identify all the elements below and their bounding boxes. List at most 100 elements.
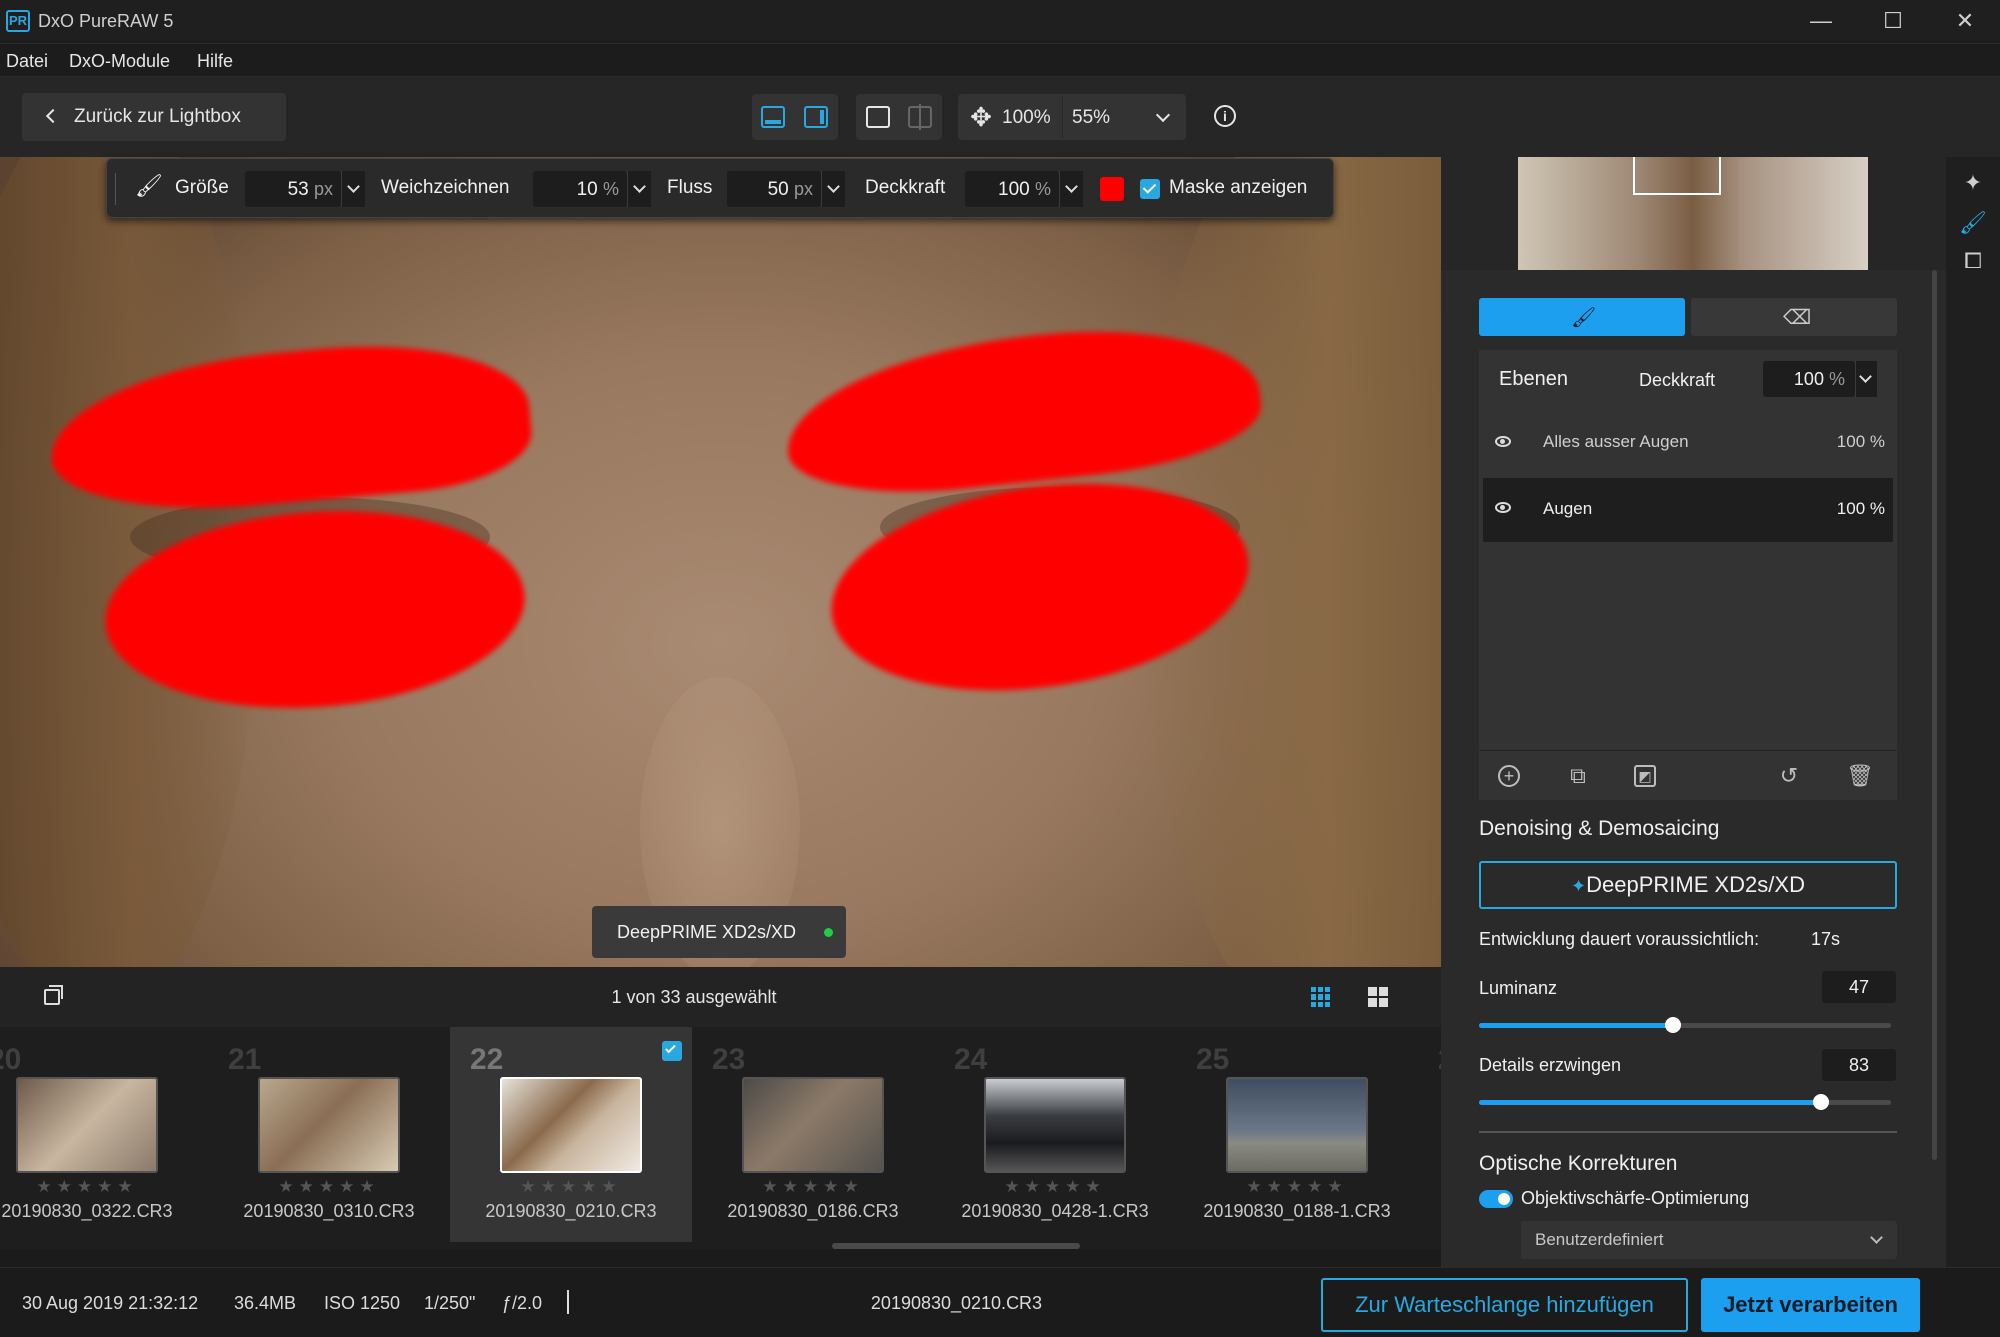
rating-stars[interactable]: ★★★★★ (450, 1177, 692, 1197)
layer-opacity-value: 100 (1793, 369, 1824, 389)
size-field[interactable]: 53 px (245, 171, 341, 207)
layer-opacity-unit: % (1828, 369, 1845, 389)
thumbnail-item-selected[interactable]: 22 ★★★★★ 20190830_0210.CR3 (450, 1027, 692, 1242)
thumbnail-filename: 20190830_0188-1.CR3 (1203, 1201, 1391, 1221)
toolbar: Zurück zur Lightbox ✥ 100% 55% i (0, 77, 2000, 157)
move-icon[interactable]: ✥ (968, 104, 994, 130)
tab-brush[interactable]: 🖌 (1479, 298, 1685, 336)
rating-stars[interactable]: ★★★★★ (692, 1177, 934, 1197)
layer-value: 100 % (1836, 499, 1885, 518)
minimize-button[interactable]: — (1796, 6, 1846, 36)
layers-actions: + ⧉ ◩ ↺ 🗑 (1479, 750, 1897, 800)
size-dropdown[interactable] (341, 171, 365, 207)
photo-viewer[interactable] (0, 157, 1441, 967)
sparkle-icon: ✦ (1571, 876, 1587, 896)
feather-dropdown[interactable] (627, 171, 651, 207)
layer-opacity-field[interactable]: 100 % (1763, 361, 1855, 397)
chevron-down-icon (1065, 180, 1078, 193)
estimate-label: Entwicklung dauert voraussichtlich: (1479, 929, 1760, 949)
layer-opacity-dropdown[interactable] (1855, 361, 1877, 397)
grid-view-icon[interactable] (1311, 987, 1331, 1007)
layer-row[interactable]: Alles ausser Augen 100 % (1483, 412, 1893, 476)
add-layer-icon[interactable]: + (1498, 765, 1520, 787)
rating-stars[interactable]: ★★★★★ (1176, 1177, 1418, 1197)
opacity-dropdown[interactable] (1059, 171, 1083, 207)
single-view-icon[interactable] (866, 106, 890, 128)
details-field[interactable]: 83 (1822, 1049, 1896, 1081)
menu-datei[interactable]: Datei (6, 51, 48, 72)
feather-label: Weichzeichnen (381, 177, 510, 198)
mosaic-view-icon[interactable] (1368, 987, 1388, 1007)
chevron-down-icon (1870, 1231, 1883, 1244)
thumbnail-item[interactable]: 21 ★★★★★ 20190830_0310.CR3 (208, 1027, 450, 1242)
invert-mask-icon[interactable]: ◩ (1634, 765, 1656, 787)
sharpness-preset-dropdown[interactable]: Benutzerdefiniert (1521, 1221, 1897, 1259)
details-slider[interactable] (1479, 1094, 1891, 1110)
flow-value: 50 (767, 179, 789, 200)
denoise-method-button[interactable]: ✦DeepPRIME XD2s/XD (1479, 861, 1897, 909)
zoom-dropdown-icon[interactable] (1155, 107, 1171, 123)
zoom-value[interactable]: 55% (1072, 107, 1110, 129)
close-button[interactable]: ✕ (1940, 6, 1990, 36)
panel-right-icon[interactable] (804, 106, 828, 128)
thumbnail-item[interactable]: 24 ★★★★★ 20190830_0428-1.CR3 (934, 1027, 1176, 1242)
filmstrip-bottom-icon[interactable] (761, 106, 785, 128)
trash-icon[interactable]: 🗑 (1846, 765, 1874, 787)
flow-field[interactable]: 50 px (727, 171, 821, 207)
show-mask-checkbox[interactable] (1140, 179, 1160, 199)
thumbnail-item[interactable]: 20 ★★★★★ 20190830_0322.CR3 (0, 1027, 173, 1242)
reset-icon[interactable]: ↺ (1778, 765, 1800, 787)
maximize-button[interactable]: ☐ (1868, 6, 1918, 36)
eye-icon[interactable] (1495, 436, 1511, 447)
feather-value: 10 (576, 179, 598, 200)
luminance-slider-fill (1479, 1023, 1673, 1028)
feather-unit: % (602, 179, 619, 199)
mask-color-swatch[interactable] (1100, 177, 1124, 201)
info-icon[interactable]: i (1214, 105, 1236, 127)
thumbnail-item[interactable]: 23 ★★★★★ 20190830_0186.CR3 (692, 1027, 934, 1242)
luminance-slider[interactable] (1479, 1017, 1891, 1033)
mask-tool-tabs: 🖌 ⌫ (1479, 298, 1897, 336)
app-logo: PR (6, 10, 30, 32)
app-title: DxO PureRAW 5 (38, 11, 174, 31)
rating-stars[interactable]: ★★★★★ (0, 1177, 208, 1197)
title-bar: PR DxO PureRAW 5 — ☐ ✕ (0, 0, 2000, 43)
split-view-icon[interactable] (908, 104, 932, 130)
chevron-down-icon (827, 180, 840, 193)
luminance-field[interactable]: 47 (1822, 971, 1896, 1003)
details-slider-knob[interactable] (1812, 1094, 1829, 1110)
process-now-button[interactable]: Jetzt verarbeiten (1701, 1278, 1920, 1332)
navigator-viewport-frame[interactable] (1633, 157, 1721, 195)
mask-brush-icon[interactable]: 🖌 (1959, 209, 1987, 237)
rating-stars[interactable]: ★★★★★ (934, 1177, 1176, 1197)
chevron-down-icon (1859, 370, 1872, 383)
duplicate-layer-icon[interactable]: ⧉ (1567, 765, 1589, 787)
denoise-section-title: Denoising & Demosaicing (1479, 817, 1720, 840)
sharpness-toggle[interactable] (1479, 1190, 1513, 1208)
tab-eraser[interactable]: ⌫ (1691, 298, 1897, 336)
rating-stars[interactable]: ★★★★★ (208, 1177, 450, 1197)
opacity-field[interactable]: 100 % (965, 171, 1059, 207)
layer-row-selected[interactable]: Augen 100 % (1483, 478, 1893, 542)
chevron-down-icon (347, 180, 360, 193)
panel-scrollbar[interactable] (1932, 270, 1937, 1160)
preset-value: Benutzerdefiniert (1535, 1230, 1664, 1249)
luminance-slider-knob[interactable] (1664, 1017, 1681, 1033)
selected-checkbox[interactable] (662, 1041, 682, 1061)
back-to-lightbox-button[interactable]: Zurück zur Lightbox (22, 93, 286, 141)
menu-hilfe[interactable]: Hilfe (197, 51, 233, 72)
zoom-100-button[interactable]: 100% (1002, 107, 1051, 129)
flow-dropdown[interactable] (821, 171, 845, 207)
filmstrip-scrollbar[interactable] (832, 1243, 1080, 1249)
eye-icon[interactable] (1495, 502, 1511, 513)
feather-field[interactable]: 10 % (533, 171, 627, 207)
image-export-icon[interactable]: ⧠ (1959, 247, 1987, 275)
view-layout-group (752, 94, 838, 140)
thumbnail-item[interactable]: 25 ★★★★★ 20190830_0188-1.CR3 (1176, 1027, 1418, 1242)
menu-dxo-module[interactable]: DxO-Module (69, 51, 170, 72)
ai-sparkle-icon[interactable]: ✦ (1959, 169, 1987, 197)
add-to-queue-button[interactable]: Zur Warteschlange hinzufügen (1321, 1278, 1688, 1332)
layer-name: Alles ausser Augen (1543, 432, 1689, 451)
thumbnail-item[interactable]: 2 (1418, 1027, 1441, 1242)
size-value: 53 (287, 179, 309, 200)
